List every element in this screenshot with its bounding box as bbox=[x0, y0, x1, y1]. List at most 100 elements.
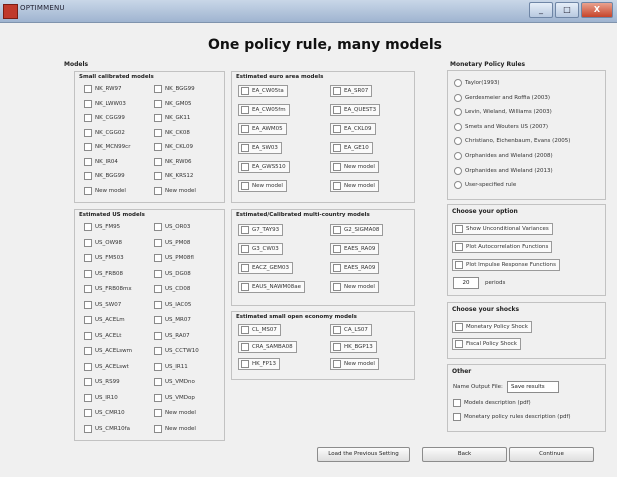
periods-input[interactable]: 20 bbox=[453, 277, 479, 289]
policy-rule-radio[interactable]: Taylor(1993) bbox=[454, 79, 500, 87]
model-checkbox[interactable]: US_IR11 bbox=[154, 362, 188, 371]
model-checkbox[interactable]: US_ACELm bbox=[84, 316, 125, 324]
model-checkbox[interactable]: EAUS_NAWM08ae bbox=[238, 281, 306, 293]
other-checkbox[interactable]: Monetary policy rules description (pdf) bbox=[453, 413, 571, 421]
policy-rule-radio[interactable]: Orphanides and Wieland (2013) bbox=[454, 166, 553, 175]
model-checkbox[interactable]: US_FRB08 bbox=[84, 269, 123, 278]
model-checkbox[interactable]: New model bbox=[154, 409, 196, 417]
output-file-input[interactable]: Save results bbox=[507, 381, 559, 393]
model-checkbox[interactable]: NK_BGG99 bbox=[84, 172, 125, 180]
policy-rule-label: Smets and Wouters US (2007) bbox=[465, 123, 549, 130]
model-checkbox[interactable]: US_IAC05 bbox=[154, 300, 191, 309]
model-checkbox[interactable]: HK_FP13 bbox=[238, 358, 280, 370]
model-checkbox[interactable]: G7_TAY93 bbox=[238, 224, 284, 236]
model-checkbox[interactable]: EA_SW03 bbox=[238, 142, 282, 154]
model-checkbox[interactable]: US_ACELswm bbox=[84, 347, 132, 355]
model-checkbox[interactable]: New model bbox=[330, 358, 379, 370]
model-checkbox[interactable]: New model bbox=[238, 180, 287, 192]
us-models-panel: Estimated US models US_FM95 US_OW98 US_FM5… bbox=[74, 209, 225, 441]
model-checkbox[interactable]: US_ACELt bbox=[84, 331, 121, 340]
model-checkbox[interactable]: New model bbox=[154, 186, 196, 195]
model-checkbox[interactable]: NK_CK08 bbox=[154, 128, 190, 137]
policy-rule-radio[interactable]: Levin, Wieland, Williams (2003) bbox=[454, 108, 552, 117]
model-checkbox[interactable]: US_CCTW10 bbox=[154, 347, 199, 355]
model-checkbox[interactable]: US_OR03 bbox=[154, 223, 190, 231]
model-checkbox[interactable]: G3_CW03 bbox=[238, 243, 283, 255]
model-checkbox[interactable]: EA_GWS510 bbox=[238, 161, 290, 173]
model-checkbox[interactable]: US_CD08 bbox=[154, 285, 190, 293]
minimize-button[interactable]: _ bbox=[529, 2, 553, 18]
model-checkbox[interactable]: US_CMR10fa bbox=[84, 424, 130, 433]
policy-rule-radio[interactable]: User-specified rule bbox=[454, 181, 516, 190]
continue-button[interactable]: Continue bbox=[509, 447, 594, 462]
model-checkbox[interactable]: CA_LS07 bbox=[330, 324, 372, 336]
checkbox-box bbox=[453, 413, 461, 421]
model-checkbox[interactable]: CRA_SAMBA08 bbox=[238, 341, 297, 353]
checkbox-box bbox=[453, 399, 461, 407]
model-checkbox[interactable]: New model bbox=[330, 161, 379, 173]
policy-rule-radio[interactable]: Orphanides and Wieland (2008) bbox=[454, 152, 553, 160]
model-checkbox[interactable]: NK_GK11 bbox=[154, 114, 190, 122]
model-checkbox[interactable]: US_FM503 bbox=[84, 254, 124, 262]
model-checkbox[interactable]: US_FRB08mx bbox=[84, 285, 132, 293]
model-checkbox[interactable]: US_IR10 bbox=[84, 393, 118, 402]
model-checkbox[interactable]: HK_BGP13 bbox=[330, 341, 377, 353]
model-checkbox[interactable]: EAES_RA09 bbox=[330, 243, 380, 255]
model-checkbox[interactable]: New model bbox=[154, 424, 196, 433]
load-previous-button[interactable]: Load the Previous Setting bbox=[317, 447, 410, 462]
model-checkbox[interactable]: NK_IR04 bbox=[84, 157, 118, 166]
model-checkbox[interactable]: New model bbox=[330, 281, 379, 293]
model-checkbox[interactable]: EA_CW05fm bbox=[238, 104, 290, 116]
model-checkbox[interactable]: CL_MS07 bbox=[238, 324, 281, 336]
model-label: US_CMR10fa bbox=[95, 425, 130, 432]
model-checkbox[interactable]: US_VMDno bbox=[154, 378, 195, 386]
model-checkbox[interactable]: EA_AWM05 bbox=[238, 123, 287, 135]
shock-checkbox[interactable]: Monetary Policy Shock bbox=[452, 321, 532, 333]
model-checkbox[interactable]: US_RS99 bbox=[84, 378, 120, 386]
model-checkbox[interactable]: NK_CGG99 bbox=[84, 114, 125, 122]
model-checkbox[interactable]: NK_CGG02 bbox=[84, 128, 125, 137]
model-checkbox[interactable]: New model bbox=[84, 186, 126, 195]
option-checkbox[interactable]: Plot Autocorrelation Functions bbox=[452, 241, 553, 253]
model-checkbox[interactable]: US_OW98 bbox=[84, 238, 122, 247]
model-checkbox[interactable]: EACZ_GEM03 bbox=[238, 262, 293, 274]
shock-checkbox[interactable]: Fiscal Policy Shock bbox=[452, 338, 521, 350]
model-checkbox[interactable]: EA_CW05ta bbox=[238, 85, 288, 97]
option-checkbox[interactable]: Plot Impulse Response Functions bbox=[452, 259, 561, 271]
back-button[interactable]: Back bbox=[422, 447, 507, 462]
model-checkbox[interactable]: US_FM95 bbox=[84, 223, 120, 231]
model-label: US_FRB08mx bbox=[95, 286, 132, 292]
model-checkbox[interactable]: EA_QUEST3 bbox=[330, 104, 381, 116]
maximize-button[interactable]: □ bbox=[555, 2, 579, 18]
model-checkbox[interactable]: US_PM08fl bbox=[154, 254, 194, 262]
model-checkbox[interactable]: NK_RW06 bbox=[154, 157, 192, 166]
model-checkbox[interactable]: US_MR07 bbox=[154, 316, 191, 324]
model-checkbox[interactable]: EAES_RA09 bbox=[330, 262, 380, 274]
model-checkbox[interactable]: NK_GM05 bbox=[154, 99, 191, 108]
model-checkbox[interactable]: US_VMDop bbox=[154, 393, 195, 402]
model-checkbox[interactable]: NK_CKL09 bbox=[154, 143, 193, 151]
model-checkbox[interactable]: US_DG08 bbox=[154, 269, 191, 278]
model-checkbox[interactable]: US_SW07 bbox=[84, 300, 121, 309]
model-checkbox[interactable]: US_CMR10 bbox=[84, 409, 125, 417]
model-checkbox[interactable]: EA_CKL09 bbox=[330, 123, 376, 135]
model-checkbox[interactable]: NK_KRS12 bbox=[154, 172, 193, 180]
model-checkbox[interactable]: US_ACELswt bbox=[84, 362, 129, 371]
model-checkbox[interactable]: NK_MCN99cr bbox=[84, 143, 130, 151]
model-checkbox[interactable]: NK_BGG99 bbox=[154, 85, 195, 93]
model-checkbox[interactable]: New model bbox=[330, 180, 379, 192]
model-checkbox[interactable]: EA_GE10 bbox=[330, 142, 373, 154]
close-button[interactable]: X bbox=[581, 2, 613, 18]
other-checkbox[interactable]: Models description (pdf) bbox=[453, 399, 531, 407]
policy-rule-radio[interactable]: Gerdesmeier and Roffia (2003) bbox=[454, 93, 550, 102]
checkbox-box bbox=[84, 223, 92, 231]
model-checkbox[interactable]: EA_SR07 bbox=[330, 85, 373, 97]
policy-rule-radio[interactable]: Smets and Wouters US (2007) bbox=[454, 122, 549, 131]
model-checkbox[interactable]: US_PM08 bbox=[154, 238, 190, 247]
model-checkbox[interactable]: US_RA07 bbox=[154, 331, 190, 340]
model-checkbox[interactable]: NK_RW97 bbox=[84, 85, 122, 93]
option-checkbox[interactable]: Show Unconditional Variances bbox=[452, 223, 553, 235]
model-checkbox[interactable]: G2_SIGMA08 bbox=[330, 224, 384, 236]
model-checkbox[interactable]: NK_LWW03 bbox=[84, 99, 126, 108]
policy-rule-radio[interactable]: Christiano, Eichenbaum, Evans (2005) bbox=[454, 137, 570, 146]
